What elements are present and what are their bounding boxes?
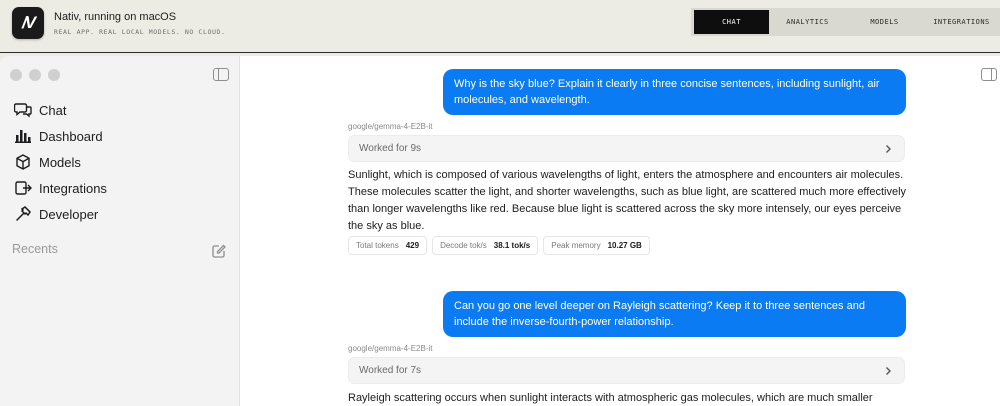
sidebar-item-label: Chat — [39, 102, 67, 118]
inspector-toggle-icon[interactable] — [981, 68, 997, 81]
sidebar-item-label: Dashboard — [39, 128, 103, 144]
app-window: Chat Dashboard Models Integrations Devel… — [0, 56, 1000, 406]
nav-tabs: CHAT ANALYTICS MODELS INTEGRATIONS — [691, 8, 1000, 36]
worked-disclosure[interactable]: Worked for 7s — [348, 357, 905, 384]
worked-label: Worked for 7s — [359, 365, 422, 376]
worked-label: Worked for 9s — [359, 143, 422, 154]
sidebar: Chat Dashboard Models Integrations Devel… — [0, 56, 240, 406]
zoom-window-button[interactable] — [48, 69, 60, 81]
app-subtitle: REAL APP. REAL LOCAL MODELS. NO CLOUD. — [54, 28, 226, 36]
tab-analytics[interactable]: ANALYTICS — [769, 10, 846, 34]
tab-integrations[interactable]: INTEGRATIONS — [923, 10, 1000, 34]
hammer-icon — [14, 205, 32, 223]
minimize-window-button[interactable] — [29, 69, 41, 81]
assistant-message: Sunlight, which is composed of various w… — [348, 169, 907, 232]
worked-disclosure[interactable]: Worked for 9s — [348, 135, 905, 162]
model-name: google/gemma-4-E2B-it — [348, 122, 433, 131]
tab-models[interactable]: MODELS — [846, 10, 923, 34]
stats-row: Total tokens 429 Decode tok/s 38.1 tok/s P… — [348, 236, 650, 255]
sidebar-item-integrations[interactable]: Integrations — [14, 178, 107, 198]
stat-decode-speed: Decode tok/s 38.1 tok/s — [432, 236, 539, 255]
recents-heading: Recents — [12, 242, 58, 256]
user-message: Can you go one level deeper on Rayleigh … — [443, 291, 906, 337]
sidebar-item-label: Developer — [39, 206, 99, 222]
plug-icon — [14, 179, 32, 197]
model-name: google/gemma-4-E2B-it — [348, 344, 433, 353]
sidebar-item-label: Integrations — [39, 180, 107, 196]
sidebar-item-chat[interactable]: Chat — [14, 100, 66, 120]
chevron-right-icon — [883, 366, 893, 376]
chat-bubbles-icon — [14, 101, 32, 119]
bar-chart-icon — [14, 127, 32, 145]
sidebar-item-models[interactable]: Models — [14, 152, 81, 172]
user-message: Why is the sky blue? Explain it clearly … — [443, 69, 906, 115]
stat-total-tokens: Total tokens 429 — [348, 236, 428, 255]
sidebar-toggle-icon[interactable] — [213, 68, 229, 81]
chat-area: Why is the sky blue? Explain it clearly … — [241, 56, 1000, 406]
app-logo: /V — [12, 7, 44, 39]
sidebar-item-dashboard[interactable]: Dashboard — [14, 126, 103, 146]
close-window-button[interactable] — [10, 69, 22, 81]
chevron-right-icon — [883, 144, 893, 154]
app-title: Nativ, running on macOS — [54, 11, 177, 23]
assistant-message: Rayleigh scattering occurs when sunlight… — [348, 392, 873, 404]
cube-icon — [14, 153, 32, 171]
sidebar-item-developer[interactable]: Developer — [14, 204, 98, 224]
new-chat-icon[interactable] — [212, 244, 226, 258]
tab-chat[interactable]: CHAT — [694, 10, 769, 34]
sidebar-item-label: Models — [39, 154, 81, 170]
top-bar: /V Nativ, running on macOS REAL APP. REA… — [0, 0, 1000, 53]
stat-peak-memory: Peak memory 10.27 GB — [543, 236, 650, 255]
